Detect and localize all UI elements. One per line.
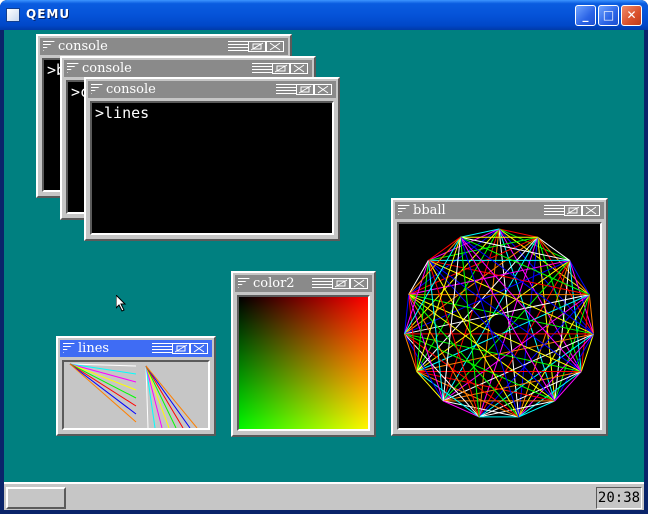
- console-window-3[interactable]: console >lines: [84, 77, 340, 241]
- window-controls: [276, 83, 334, 96]
- close-window-icon[interactable]: [314, 84, 332, 95]
- minimize-window-icon[interactable]: [296, 84, 314, 95]
- window-title: lines: [78, 341, 110, 356]
- lines-line: [69, 363, 137, 407]
- close-window-icon[interactable]: [350, 278, 368, 289]
- taskbar-clock: 20:38: [596, 487, 642, 509]
- bball-line: [404, 333, 480, 418]
- window-controls: [228, 40, 286, 53]
- minimize-window-icon[interactable]: [332, 278, 350, 289]
- guest-taskbar: 20:38: [4, 482, 644, 510]
- window-menu-icon[interactable]: [43, 41, 55, 51]
- window-controls: [544, 204, 602, 217]
- lines-line: [69, 363, 137, 415]
- close-window-icon[interactable]: [290, 63, 308, 74]
- console-area[interactable]: >lines: [90, 101, 334, 235]
- window-title: color2: [253, 276, 295, 291]
- close-button[interactable]: ✕: [621, 5, 642, 26]
- color-gradient-graphic: [239, 297, 368, 429]
- bball-line: [442, 228, 500, 402]
- minimize-window-icon[interactable]: [248, 41, 266, 52]
- guest-desktop[interactable]: console >b console >c console >lines bba…: [4, 30, 644, 510]
- window-title: bball: [413, 203, 446, 218]
- bball-window[interactable]: bball: [391, 198, 608, 436]
- window-controls: [252, 62, 310, 75]
- lines-line: [145, 365, 170, 428]
- window-title: console: [106, 82, 156, 97]
- window-menu-icon[interactable]: [398, 205, 410, 215]
- mouse-cursor-icon: [116, 295, 127, 312]
- minimize-button[interactable]: _: [575, 5, 596, 26]
- console-window-2-titlebar[interactable]: console: [64, 60, 312, 77]
- console-window-3-titlebar[interactable]: console: [88, 81, 336, 98]
- qemu-app-icon: [6, 8, 20, 22]
- window-menu-icon[interactable]: [67, 63, 79, 73]
- host-titlebar[interactable]: QEMU _ □ ✕: [0, 0, 648, 30]
- window-controls: [152, 342, 210, 355]
- qemu-host-window: QEMU _ □ ✕ console >b console >c console…: [0, 0, 648, 514]
- lines-line: [145, 365, 191, 428]
- bball-line: [498, 228, 556, 402]
- close-window-icon[interactable]: [582, 205, 600, 216]
- bball-line: [428, 228, 500, 261]
- lines-graphic: [69, 363, 198, 428]
- bball-line: [518, 333, 594, 418]
- maximize-button[interactable]: □: [598, 5, 619, 26]
- lines-canvas[interactable]: [62, 360, 210, 430]
- console-text: >lines: [95, 104, 150, 122]
- close-window-icon[interactable]: [190, 343, 208, 354]
- taskbar-button[interactable]: [6, 487, 66, 509]
- color-gradient-canvas[interactable]: [237, 295, 370, 431]
- window-title: console: [58, 39, 108, 54]
- close-window-icon[interactable]: [266, 41, 284, 52]
- minimize-window-icon[interactable]: [272, 63, 290, 74]
- window-menu-icon[interactable]: [63, 343, 75, 353]
- lines-window[interactable]: lines: [56, 336, 216, 436]
- bball-line: [498, 228, 570, 261]
- lines-window-titlebar[interactable]: lines: [60, 340, 212, 357]
- bball-window-titlebar[interactable]: bball: [395, 202, 604, 219]
- console-window-1-titlebar[interactable]: console: [40, 38, 288, 55]
- lines-line: [145, 365, 184, 428]
- bball-canvas[interactable]: [397, 222, 602, 430]
- lines-line: [69, 363, 137, 391]
- window-controls: [312, 277, 370, 290]
- color2-window[interactable]: color2: [231, 271, 376, 437]
- window-title: console: [82, 61, 132, 76]
- bball-star-graphic: [404, 228, 594, 418]
- minimize-window-icon[interactable]: [172, 343, 190, 354]
- color2-window-titlebar[interactable]: color2: [235, 275, 372, 292]
- window-menu-icon[interactable]: [238, 278, 250, 288]
- window-menu-icon[interactable]: [91, 84, 103, 94]
- minimize-window-icon[interactable]: [564, 205, 582, 216]
- host-window-title: QEMU: [26, 7, 71, 21]
